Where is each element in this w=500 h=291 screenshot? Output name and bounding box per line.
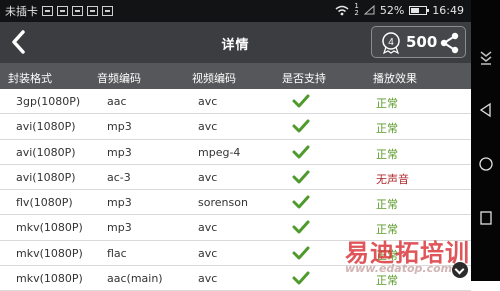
table-row[interactable]: avi(1080P) mp3 avc 正常	[0, 114, 471, 140]
table-header: 封装格式 音频编码 视频编码 是否支持 播放效果	[0, 63, 471, 89]
cell-container: 3gp(1080P)	[16, 95, 81, 108]
cell-container: avi(1080P)	[16, 145, 76, 159]
cell-container: flv(1080P)	[16, 196, 73, 210]
notification-icon	[72, 6, 83, 16]
sim-slots: 1 2	[354, 3, 358, 17]
cell-container: avi(1080P)	[16, 120, 76, 134]
column-header-playback: 播放效果	[373, 72, 417, 85]
cell-audio: mp3	[107, 120, 132, 134]
nav-home-icon[interactable]	[478, 156, 494, 172]
checkmark-icon	[292, 169, 310, 188]
status-right: 1 2 52% 16:49	[335, 3, 464, 17]
cell-container: avi(1080P)	[16, 170, 76, 184]
column-header-audio: 音频编码	[97, 72, 141, 85]
watermark-url: www.edatop.com	[345, 262, 453, 275]
cell-audio: aac	[107, 95, 127, 108]
scroll-down-button[interactable]	[452, 262, 468, 278]
notification-icon	[87, 6, 98, 16]
table-row[interactable]: avi(1080P) ac-3 avc 无声音	[0, 165, 471, 191]
checkmark-icon	[292, 93, 310, 112]
checkmark-icon	[292, 219, 310, 238]
signal-off-icon	[363, 5, 375, 15]
cell-video: avc	[198, 246, 218, 260]
nav-back-icon[interactable]	[478, 102, 494, 118]
cell-audio: mp3	[107, 221, 132, 235]
notification-pulldown-icon[interactable]	[478, 50, 494, 66]
column-header-video: 视频编码	[192, 72, 236, 85]
wifi-icon	[335, 5, 349, 15]
cell-video: avc	[198, 170, 218, 184]
cell-container: mkv(1080P)	[16, 246, 83, 260]
carrier-label: 未插卡	[5, 5, 38, 18]
cell-container: mkv(1080P)	[16, 272, 83, 286]
cell-container: mkv(1080P)	[16, 221, 83, 235]
battery-icon	[409, 5, 430, 15]
cell-video: avc	[198, 221, 218, 235]
nav-recents-icon[interactable]	[478, 210, 494, 226]
table-row[interactable]: 3gp(1080P) aac avc 正常	[0, 89, 471, 115]
status-left: 未插卡	[5, 3, 113, 19]
checkmark-icon	[292, 245, 310, 264]
column-header-supported: 是否支持	[282, 72, 326, 85]
cell-video: avc	[198, 272, 218, 286]
checkmark-icon	[292, 194, 310, 213]
cell-audio: flac	[107, 246, 127, 260]
cell-playback: 无声音	[376, 172, 409, 186]
status-bar: 未插卡 1 2 52% 16:49	[0, 0, 471, 22]
notification-icon	[42, 6, 53, 16]
checkmark-icon	[292, 118, 310, 137]
clock: 16:49	[432, 3, 464, 17]
cell-playback: 正常	[376, 198, 398, 212]
cell-audio: ac-3	[107, 170, 131, 184]
sim-slot-label: 2	[354, 9, 359, 17]
cell-video: mpeg-4	[198, 145, 241, 159]
checkmark-icon	[292, 144, 310, 163]
medal-number: 4	[388, 37, 394, 48]
cell-video: sorenson	[198, 196, 248, 210]
table-row[interactable]: flv(1080P) mp3 sorenson 正常	[0, 190, 471, 216]
notification-icon	[57, 6, 68, 16]
table-row[interactable]: avi(1080P) mp3 mpeg-4 正常	[0, 140, 471, 165]
cell-playback: 正常	[376, 97, 398, 110]
cell-video: avc	[198, 120, 218, 134]
cell-playback: 正常	[376, 147, 398, 161]
notification-icon	[102, 6, 113, 16]
score-value: 500	[406, 33, 438, 51]
cell-audio: aac(main)	[107, 272, 163, 286]
column-header-container: 封装格式	[8, 72, 52, 85]
cell-playback: 正常	[376, 122, 398, 136]
checkmark-icon	[292, 270, 310, 289]
navigation-bar	[471, 0, 500, 281]
battery-percent: 52%	[379, 3, 405, 17]
cell-audio: mp3	[107, 196, 132, 210]
share-icon	[440, 32, 459, 54]
cell-audio: mp3	[107, 145, 132, 159]
medal-icon: 4	[382, 32, 400, 55]
app-bar: 详情 4 500	[0, 22, 471, 63]
score-share-button[interactable]: 4 500	[371, 26, 466, 58]
cell-video: avc	[198, 95, 218, 108]
